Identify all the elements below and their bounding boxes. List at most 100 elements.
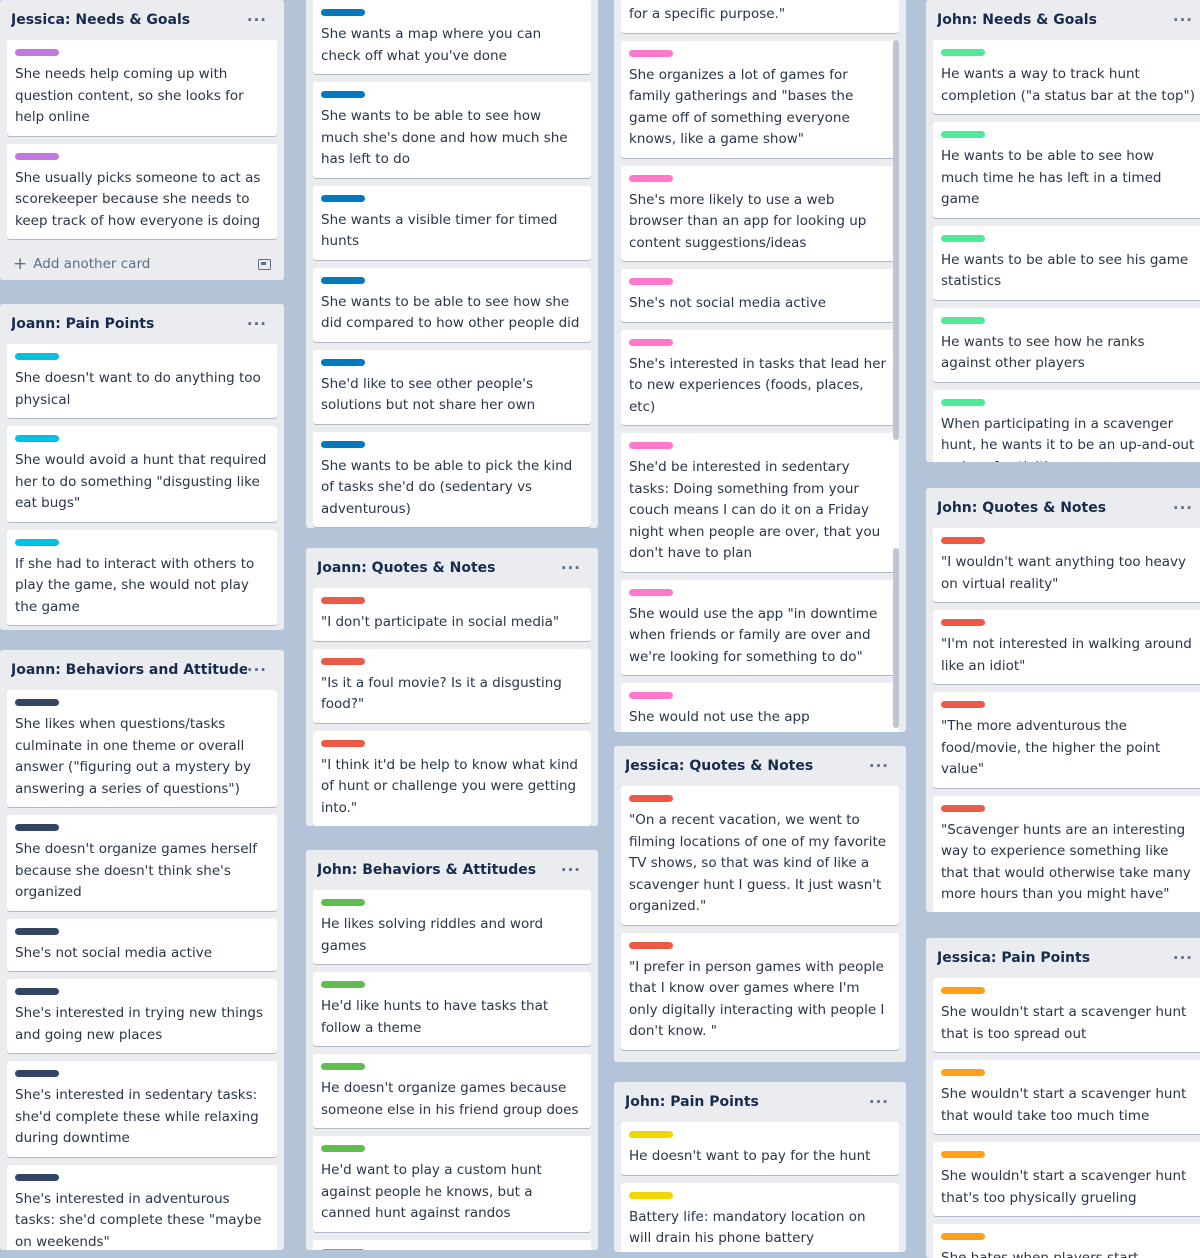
list-menu-icon[interactable]: ··· bbox=[561, 560, 587, 576]
list-menu-icon[interactable]: ··· bbox=[247, 12, 273, 28]
card-label-blue[interactable] bbox=[321, 276, 365, 284]
card-label-red[interactable] bbox=[629, 795, 673, 802]
card-label-navy[interactable] bbox=[15, 988, 59, 995]
list-header[interactable]: John: Quotes & Notes ··· bbox=[933, 488, 1200, 528]
card-label-purple[interactable] bbox=[15, 49, 59, 56]
card-label-red[interactable] bbox=[941, 537, 985, 544]
list-title[interactable]: John: Behaviors & Attitudes bbox=[317, 862, 536, 878]
card-label-navy[interactable] bbox=[15, 927, 59, 935]
card-label-red[interactable] bbox=[321, 657, 365, 665]
card[interactable]: She's more likely to use a web browser t… bbox=[621, 165, 899, 261]
card-label-pink[interactable] bbox=[629, 588, 673, 596]
list-menu-icon[interactable]: ··· bbox=[247, 316, 273, 332]
card-label-cyan[interactable] bbox=[15, 538, 59, 546]
card-label-navy[interactable] bbox=[15, 1173, 59, 1181]
list-title[interactable]: John: Needs & Goals bbox=[937, 12, 1097, 28]
card[interactable]: She'd like to see other people's solutio… bbox=[313, 349, 591, 424]
add-card-button[interactable]: + Add another card bbox=[7, 247, 277, 280]
card-label-green[interactable] bbox=[321, 1063, 365, 1070]
list-menu-icon[interactable]: ··· bbox=[1173, 950, 1199, 966]
card[interactable]: He'd want to play a custom hunt against … bbox=[313, 1136, 591, 1232]
card-label-navy[interactable] bbox=[15, 1070, 59, 1077]
card-label-red[interactable] bbox=[941, 804, 985, 812]
list-header[interactable]: Joann: Pain Points ··· bbox=[7, 304, 277, 344]
card[interactable]: "On a recent vacation, we went to filmin… bbox=[621, 786, 899, 925]
card[interactable]: "The more adventurous the food/movie, th… bbox=[933, 692, 1200, 788]
card-label-green[interactable] bbox=[321, 981, 365, 988]
card[interactable]: She's interested in sedentary tasks: she… bbox=[7, 1061, 277, 1157]
card-label-red[interactable] bbox=[941, 701, 985, 708]
card-label-pink[interactable] bbox=[629, 692, 673, 699]
card[interactable]: She likes when questions/tasks culminate… bbox=[7, 690, 277, 807]
list-header[interactable]: Jessica: Needs & Goals ··· bbox=[7, 0, 277, 40]
card[interactable]: She wants to be able to see how she did … bbox=[313, 267, 591, 342]
card[interactable]: She's interested in trying new things an… bbox=[7, 979, 277, 1053]
card-label-green[interactable] bbox=[321, 1145, 365, 1152]
card-label-pink[interactable] bbox=[629, 49, 673, 57]
card[interactable]: She's not social media active bbox=[621, 269, 899, 322]
card-label-blue[interactable] bbox=[321, 91, 365, 98]
card[interactable]: If she had to interact with others to pl… bbox=[7, 529, 277, 625]
card[interactable]: He wants to be able to see how much time… bbox=[933, 122, 1200, 218]
list-menu-icon[interactable]: ··· bbox=[869, 758, 895, 774]
card[interactable]: She's interested in adventurous tasks: s… bbox=[7, 1164, 277, 1250]
card-label-mint[interactable] bbox=[941, 398, 985, 406]
card-label-red[interactable] bbox=[941, 619, 985, 626]
list-title[interactable]: Jessica: Pain Points bbox=[937, 950, 1090, 966]
card-label-orange[interactable] bbox=[941, 1151, 985, 1158]
list-menu-icon[interactable]: ··· bbox=[247, 662, 273, 678]
card[interactable]: "I wouldn't want anything too heavy on v… bbox=[933, 528, 1200, 602]
card[interactable]: She would use the app "in downtime when … bbox=[621, 579, 899, 675]
card-label-purple[interactable] bbox=[15, 152, 59, 160]
card-label-cyan[interactable] bbox=[15, 435, 59, 442]
card[interactable]: "I don't participate in social media" bbox=[313, 588, 591, 641]
card[interactable]: She usually picks someone to act as scor… bbox=[7, 143, 277, 239]
card-label-navy[interactable] bbox=[15, 824, 59, 831]
card[interactable]: He'd like hunts to have tasks that follo… bbox=[313, 972, 591, 1046]
card[interactable] bbox=[313, 1239, 591, 1250]
card-label-mint[interactable] bbox=[941, 234, 985, 242]
card[interactable]: She's not social media active bbox=[7, 918, 277, 971]
list-scrollbar[interactable] bbox=[893, 40, 899, 440]
card[interactable]: She doesn't organize games herself becau… bbox=[7, 815, 277, 911]
card[interactable]: "I'm not interested in walking around li… bbox=[933, 610, 1200, 684]
list-header[interactable]: Joann: Quotes & Notes ··· bbox=[313, 548, 591, 588]
list-menu-icon[interactable]: ··· bbox=[1173, 12, 1199, 28]
card-label-red[interactable] bbox=[321, 739, 365, 747]
card-label-blue[interactable] bbox=[321, 440, 365, 448]
card-label-mint[interactable] bbox=[941, 49, 985, 56]
list-title[interactable]: Joann: Behaviors and Attitudes bbox=[11, 662, 247, 678]
card-label-pink[interactable] bbox=[629, 174, 673, 182]
card-label-green[interactable] bbox=[321, 1248, 365, 1250]
card-label-red[interactable] bbox=[321, 597, 365, 604]
card[interactable]: "Is it a foul movie? Is it a disgusting … bbox=[313, 648, 591, 723]
card[interactable]: She would not use the app individually bbox=[621, 683, 899, 732]
list-header[interactable]: John: Pain Points ··· bbox=[621, 1082, 899, 1122]
card[interactable]: "Scavenger hunts are an interesting way … bbox=[933, 795, 1200, 912]
card[interactable]: He wants a way to track hunt completion … bbox=[933, 40, 1200, 114]
card[interactable]: She organizes a lot of games for family … bbox=[621, 40, 899, 158]
card-label-blue[interactable] bbox=[321, 358, 365, 366]
card[interactable]: She wants a map where you can check off … bbox=[313, 0, 591, 74]
list-title[interactable]: Jessica: Needs & Goals bbox=[11, 12, 190, 28]
card-label-yellow[interactable] bbox=[629, 1191, 673, 1199]
list-header[interactable]: John: Behaviors & Attitudes ··· bbox=[313, 850, 591, 890]
list-title[interactable]: Joann: Pain Points bbox=[11, 316, 154, 332]
list-title[interactable]: Jessica: Quotes & Notes bbox=[625, 758, 813, 774]
card[interactable]: She'd be interested in sedentary tasks: … bbox=[621, 433, 899, 572]
card-label-yellow[interactable] bbox=[629, 1131, 673, 1138]
list-header[interactable]: Jessica: Quotes & Notes ··· bbox=[621, 746, 899, 786]
card-label-red[interactable] bbox=[629, 941, 673, 949]
card[interactable]: Battery life: mandatory location on will… bbox=[621, 1182, 899, 1252]
card-label-pink[interactable] bbox=[629, 278, 673, 285]
card-label-orange[interactable] bbox=[941, 1069, 985, 1076]
list-scrollbar[interactable] bbox=[893, 548, 899, 728]
card[interactable]: She hates when players start bickering bbox=[933, 1224, 1200, 1258]
card-label-mint[interactable] bbox=[941, 131, 985, 138]
list-title[interactable]: John: Quotes & Notes bbox=[937, 500, 1106, 516]
list-title[interactable]: Joann: Quotes & Notes bbox=[317, 560, 496, 576]
card[interactable]: She wouldn't start a scavenger hunt that… bbox=[933, 1142, 1200, 1216]
list-menu-icon[interactable]: ··· bbox=[869, 1094, 895, 1110]
list-header[interactable]: Jessica: Pain Points ··· bbox=[933, 938, 1200, 978]
add-card-group[interactable]: + Add another card bbox=[13, 255, 150, 273]
